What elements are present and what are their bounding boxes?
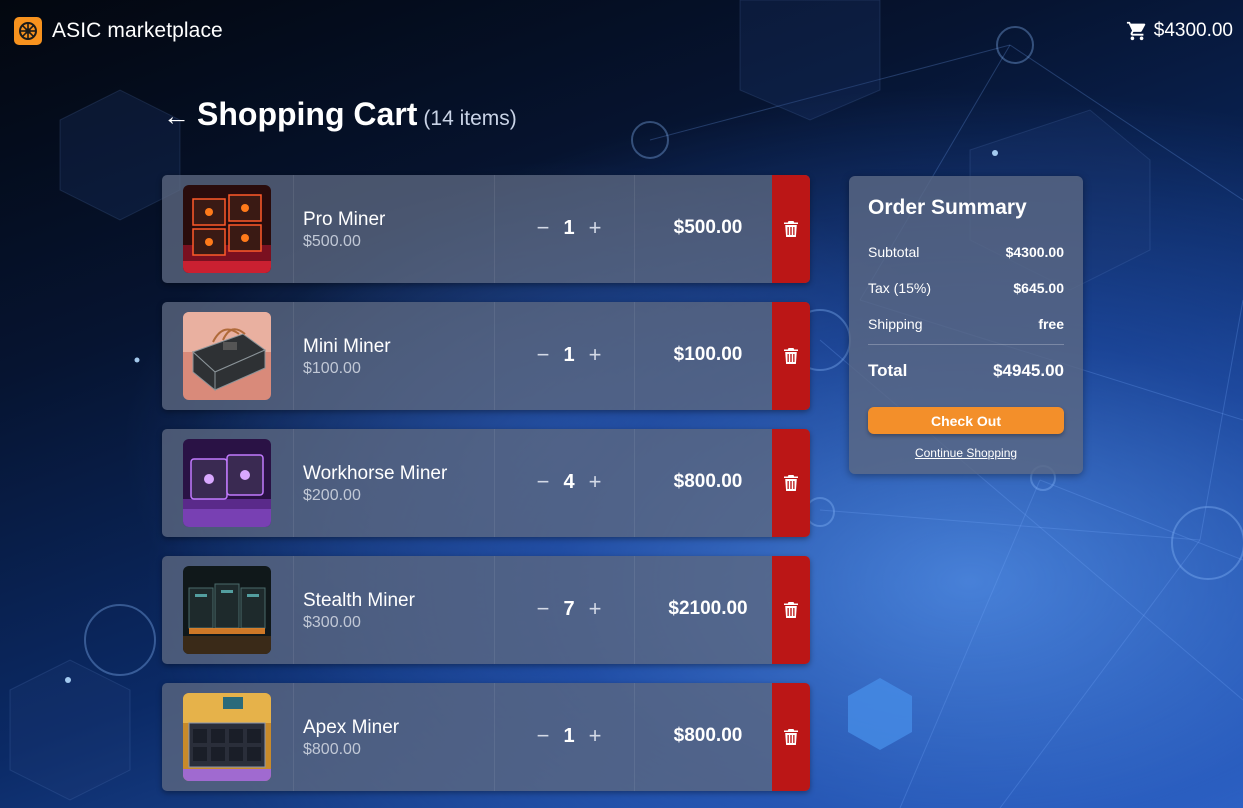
- quantity-value: 1: [563, 343, 575, 366]
- delete-item-button[interactable]: [772, 429, 810, 537]
- item-line-total: $2100.00: [668, 598, 748, 619]
- checkout-button[interactable]: Check Out: [868, 407, 1064, 434]
- item-line-total: $800.00: [673, 725, 743, 746]
- item-line-total: $800.00: [673, 471, 743, 492]
- item-name: Apex Miner: [303, 717, 400, 738]
- item-line-total: $100.00: [673, 344, 743, 365]
- cart-item: Stealth Miner $300.00 − 7 + $2100.00: [162, 556, 810, 664]
- decrement-button[interactable]: −: [534, 342, 552, 368]
- stealth-miner-image: [183, 566, 271, 654]
- order-summary-title: Order Summary: [868, 196, 1027, 219]
- header-cart-total: $4300.00: [1153, 20, 1233, 41]
- item-unit-price: $500.00: [303, 233, 361, 250]
- tax-value: $645.00: [1013, 280, 1064, 296]
- order-summary: Order Summary Subtotal $4300.00 Tax (15%…: [849, 176, 1083, 474]
- cart-item: Mini Miner $100.00 − 1 + $100.00: [162, 302, 810, 410]
- item-divider: [494, 175, 495, 283]
- page-heading: ← Shopping Cart (14 items): [163, 96, 517, 133]
- item-divider: [494, 556, 495, 664]
- increment-button[interactable]: +: [586, 596, 604, 622]
- subtotal-value: $4300.00: [1005, 244, 1064, 260]
- header-cart-button[interactable]: $4300.00: [1126, 20, 1233, 42]
- item-divider: [293, 175, 294, 283]
- cart-item: Pro Miner $500.00 − 1 + $500.00: [162, 175, 810, 283]
- item-divider: [634, 429, 635, 537]
- delete-item-button[interactable]: [772, 556, 810, 664]
- item-divider: [293, 429, 294, 537]
- trash-icon: [784, 729, 798, 745]
- tax-row: Tax (15%) $645.00: [868, 270, 1064, 306]
- trash-icon: [784, 348, 798, 364]
- brand[interactable]: ASIC marketplace: [14, 17, 223, 45]
- summary-divider: [868, 344, 1064, 345]
- quantity-stepper: − 1 +: [534, 213, 604, 243]
- shipping-value: free: [1038, 316, 1064, 332]
- quantity-value: 1: [563, 216, 575, 239]
- item-unit-price: $800.00: [303, 741, 361, 758]
- increment-button[interactable]: +: [586, 723, 604, 749]
- decrement-button[interactable]: −: [534, 723, 552, 749]
- item-line-total: $500.00: [673, 217, 743, 238]
- workhorse-miner-image: [183, 439, 271, 527]
- item-divider: [293, 556, 294, 664]
- item-divider: [494, 683, 495, 791]
- bitcoin-chip-logo-icon: [14, 17, 42, 45]
- item-name: Mini Miner: [303, 336, 391, 357]
- total-row: Total $4945.00: [868, 351, 1064, 391]
- total-value: $4945.00: [993, 361, 1064, 380]
- cart-list: Pro Miner $500.00 − 1 + $500.00 Mini Min…: [162, 175, 810, 808]
- cart-item: Apex Miner $800.00 − 1 + $800.00: [162, 683, 810, 791]
- trash-icon: [784, 602, 798, 618]
- item-unit-price: $300.00: [303, 614, 361, 631]
- page-title: Shopping Cart: [197, 96, 418, 132]
- quantity-stepper: − 1 +: [534, 340, 604, 370]
- cart-item: Workhorse Miner $200.00 − 4 + $800.00: [162, 429, 810, 537]
- item-name: Pro Miner: [303, 209, 386, 230]
- shopping-cart-icon: [1126, 21, 1146, 41]
- item-name: Workhorse Miner: [303, 463, 448, 484]
- brand-name: ASIC marketplace: [52, 19, 223, 42]
- continue-shopping-link[interactable]: Continue Shopping: [868, 446, 1064, 460]
- item-unit-price: $200.00: [303, 487, 361, 504]
- decrement-button[interactable]: −: [534, 215, 552, 241]
- decrement-button[interactable]: −: [534, 469, 552, 495]
- delete-item-button[interactable]: [772, 175, 810, 283]
- item-name: Stealth Miner: [303, 590, 415, 611]
- subtotal-label: Subtotal: [868, 244, 920, 260]
- quantity-stepper: − 1 +: [534, 721, 604, 751]
- quantity-stepper: − 4 +: [534, 467, 604, 497]
- apex-miner-image: [183, 693, 271, 781]
- delete-item-button[interactable]: [772, 302, 810, 410]
- item-divider: [634, 302, 635, 410]
- back-arrow-icon[interactable]: ←: [163, 101, 191, 132]
- trash-icon: [784, 221, 798, 237]
- pro-miner-image: [183, 185, 271, 273]
- increment-button[interactable]: +: [586, 469, 604, 495]
- quantity-value: 4: [563, 470, 575, 493]
- quantity-stepper: − 7 +: [534, 594, 604, 624]
- item-divider: [293, 683, 294, 791]
- item-divider: [634, 683, 635, 791]
- trash-icon: [784, 475, 798, 491]
- item-count: (14 items): [423, 107, 517, 130]
- increment-button[interactable]: +: [586, 215, 604, 241]
- item-unit-price: $100.00: [303, 360, 361, 377]
- decrement-button[interactable]: −: [534, 596, 552, 622]
- delete-item-button[interactable]: [772, 683, 810, 791]
- item-divider: [494, 302, 495, 410]
- quantity-value: 7: [563, 597, 575, 620]
- item-divider: [293, 302, 294, 410]
- item-divider: [634, 175, 635, 283]
- top-bar: ASIC marketplace $4300.00: [0, 0, 1243, 62]
- item-divider: [494, 429, 495, 537]
- subtotal-row: Subtotal $4300.00: [868, 234, 1064, 270]
- quantity-value: 1: [563, 724, 575, 747]
- shipping-label: Shipping: [868, 316, 923, 332]
- shipping-row: Shipping free: [868, 306, 1064, 342]
- total-label: Total: [868, 361, 908, 380]
- item-divider: [634, 556, 635, 664]
- mini-miner-image: [183, 312, 271, 400]
- increment-button[interactable]: +: [586, 342, 604, 368]
- tax-label: Tax (15%): [868, 280, 932, 296]
